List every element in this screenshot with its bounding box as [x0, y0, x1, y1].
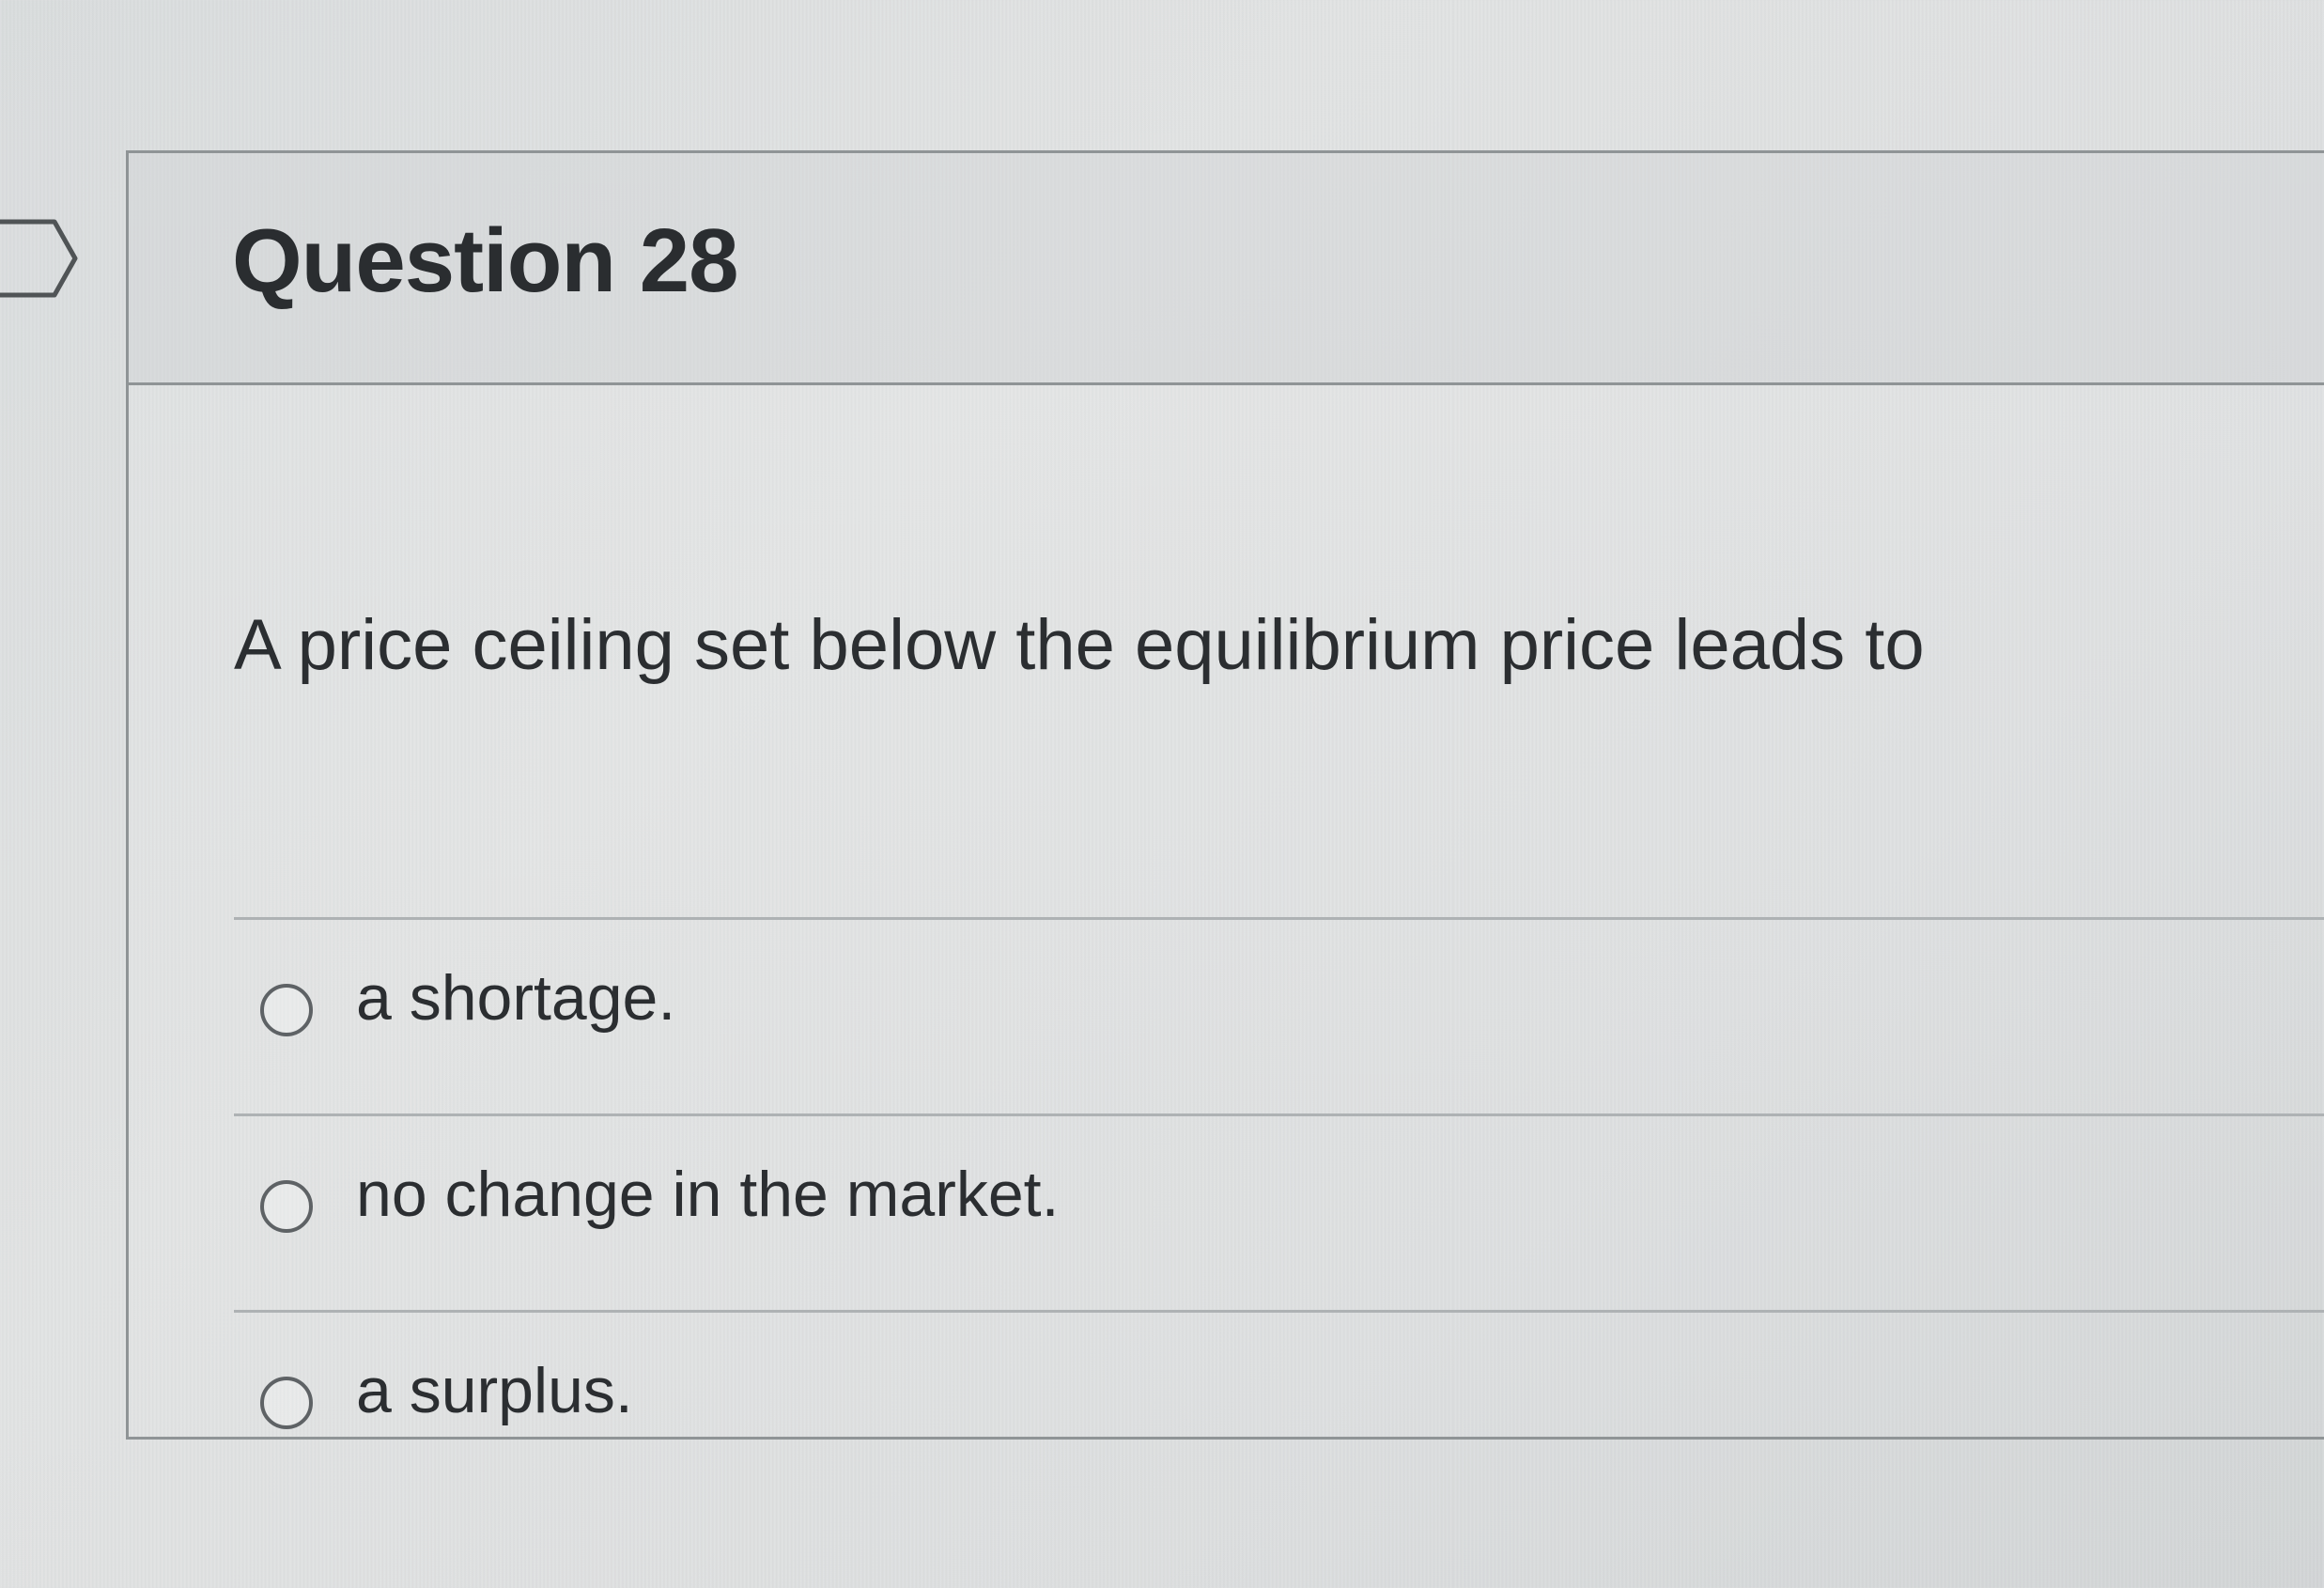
answer-label[interactable]: a shortage.: [356, 961, 675, 1035]
radio-unchecked-icon[interactable]: [260, 984, 313, 1036]
radio-unchecked-icon[interactable]: [260, 1377, 313, 1429]
question-flag-icon[interactable]: [0, 218, 79, 299]
answer-label[interactable]: no change in the market.: [356, 1158, 1059, 1231]
answer-option-surplus[interactable]: a surplus.: [234, 1313, 2324, 1506]
answer-list: a shortage. no change in the market. a s…: [234, 917, 2324, 1506]
question-body: A price ceiling set below the equilibriu…: [129, 385, 2324, 1437]
answer-label[interactable]: a surplus.: [356, 1354, 633, 1427]
radio-unchecked-icon[interactable]: [260, 1180, 313, 1233]
question-title: Question 28: [232, 210, 738, 311]
question-prompt: A price ceiling set below the equilibriu…: [234, 605, 1925, 685]
question-header: Question 28: [129, 153, 2324, 385]
question-card: Question 28 A price ceiling set below th…: [126, 150, 2324, 1440]
answer-option-no-change[interactable]: no change in the market.: [234, 1116, 2324, 1313]
answer-option-shortage[interactable]: a shortage.: [234, 920, 2324, 1116]
